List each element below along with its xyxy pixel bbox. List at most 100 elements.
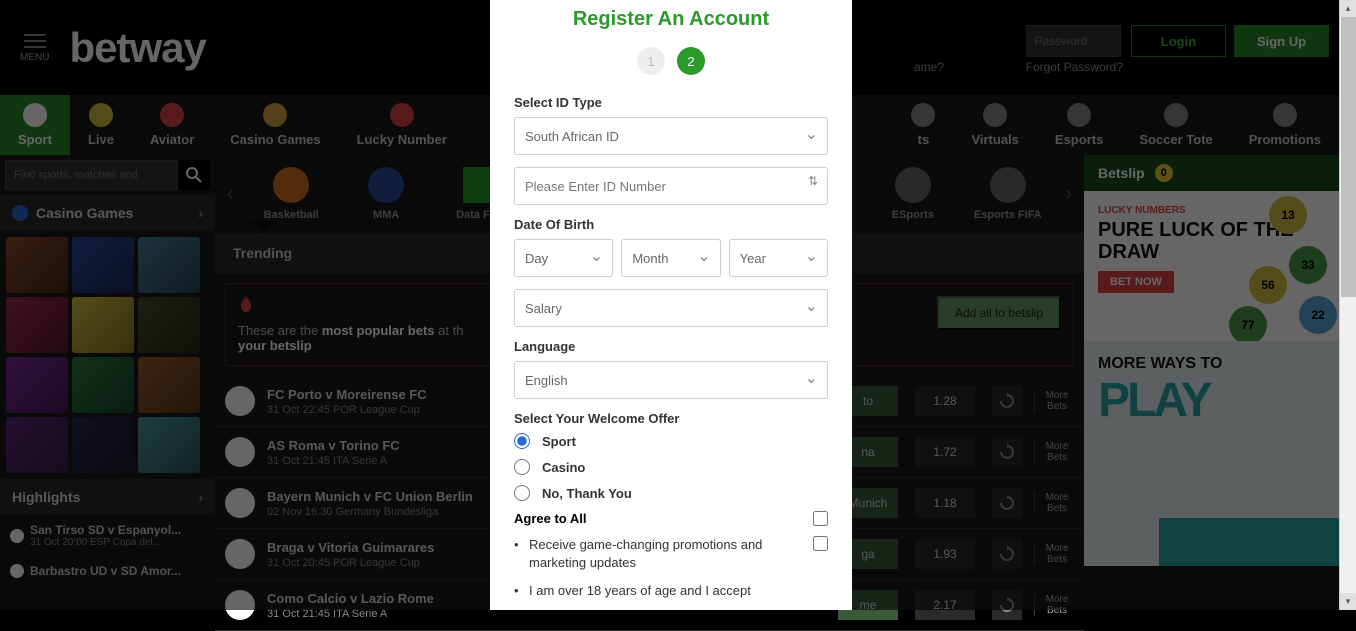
basketball-icon — [273, 167, 309, 203]
logo[interactable]: betway — [69, 24, 205, 72]
lottery-ball: 33 — [1289, 246, 1327, 284]
game-tile[interactable] — [72, 417, 134, 473]
step-2: 2 — [677, 47, 705, 75]
scroll-down[interactable]: ▾ — [1340, 593, 1356, 610]
highlights-panel[interactable]: Highlights › — [0, 479, 215, 515]
refresh-icon — [999, 597, 1015, 613]
cat-esports-fifa[interactable]: Esports FIFA — [970, 167, 1045, 221]
refresh-button[interactable] — [992, 590, 1022, 620]
search-button[interactable] — [178, 160, 210, 190]
play-promo[interactable]: MORE WAYS TO PLAY — [1084, 341, 1339, 566]
forgot-username-link[interactable]: ame? — [914, 60, 944, 74]
refresh-button[interactable] — [992, 488, 1022, 518]
odds-value[interactable]: 2.17 — [915, 590, 975, 620]
match-subtitle: 31 Oct 22:45 POR League Cup — [267, 404, 474, 416]
soccer-icon — [225, 437, 255, 467]
language-label: Language — [514, 339, 828, 354]
nav-aviator[interactable]: Aviator — [132, 95, 212, 155]
players-graphic — [1159, 446, 1339, 566]
language-select[interactable]: English — [514, 361, 828, 399]
betslip-header[interactable]: Betslip 0 — [1084, 155, 1339, 191]
refresh-icon — [999, 495, 1015, 511]
cat-basketball[interactable]: Basketball — [254, 167, 329, 221]
carousel-right[interactable]: › — [1065, 183, 1072, 206]
more-bets-link[interactable]: More Bets — [1034, 492, 1074, 514]
offer-none-radio[interactable] — [514, 485, 530, 501]
match-subtitle: 31 Oct 21:45 ITA Serie A — [267, 455, 474, 467]
right-sidebar: Betslip 0 LUCKY NUMBERS PURE LUCK OF THE… — [1084, 155, 1339, 610]
agree-all-label: Agree to All — [514, 511, 586, 526]
game-tile[interactable] — [138, 237, 200, 293]
more-bets-link[interactable]: More Bets — [1034, 441, 1074, 463]
dob-year-select[interactable]: Year — [729, 239, 828, 277]
offer-casino-radio[interactable] — [514, 459, 530, 475]
signup-button[interactable]: Sign Up — [1234, 25, 1329, 57]
lucky-numbers-promo[interactable]: LUCKY NUMBERS PURE LUCK OF THE DRAW BET … — [1084, 191, 1339, 341]
game-tile[interactable] — [138, 417, 200, 473]
cat-mma[interactable]: MMA — [349, 167, 424, 221]
game-tile[interactable] — [138, 357, 200, 413]
game-tile[interactable] — [6, 297, 68, 353]
offer-sport-radio[interactable] — [514, 433, 530, 449]
fifa-icon — [990, 167, 1026, 203]
scrollbar[interactable]: ▴ ▾ — [1339, 0, 1356, 610]
promo-checkbox[interactable] — [813, 536, 828, 551]
odds-value[interactable]: 1.72 — [915, 437, 975, 467]
login-button[interactable]: Login — [1131, 25, 1226, 57]
scroll-up[interactable]: ▴ — [1340, 0, 1356, 17]
game-tile[interactable] — [72, 357, 134, 413]
nav-live[interactable]: Live — [70, 95, 132, 155]
cat-esports[interactable]: ESports — [875, 167, 950, 221]
hamburger-icon — [24, 40, 46, 42]
nav-promotions[interactable]: Promotions — [1231, 95, 1339, 155]
nav-casino[interactable]: Casino Games — [212, 95, 338, 155]
match-title: Bayern Munich v FC Union Berlin — [267, 489, 474, 504]
id-type-select[interactable]: South African ID — [514, 117, 828, 155]
game-tile[interactable] — [72, 297, 134, 353]
odds-value[interactable]: 1.93 — [915, 539, 975, 569]
esports-icon — [1067, 103, 1091, 127]
game-tile[interactable] — [6, 237, 68, 293]
more-bets-link[interactable]: More Bets — [1034, 594, 1074, 616]
scroll-thumb[interactable] — [1341, 17, 1356, 297]
add-all-button[interactable]: Add all to betslip — [937, 296, 1061, 330]
refresh-button[interactable] — [992, 437, 1022, 467]
refresh-button[interactable] — [992, 539, 1022, 569]
nav-soccertote[interactable]: Soccer Tote — [1121, 95, 1230, 155]
highlight-item[interactable]: San Tirso SD v Espanyol... 31 Oct 20:00 … — [0, 515, 215, 556]
agree-all-checkbox[interactable] — [813, 511, 828, 526]
aviator-icon — [160, 103, 184, 127]
odds-value[interactable]: 1.18 — [915, 488, 975, 518]
nav-lucky[interactable]: Lucky Number — [339, 95, 465, 155]
password-input[interactable] — [1026, 25, 1121, 57]
refresh-icon — [999, 393, 1015, 409]
forgot-password-link[interactable]: Forgot Password? — [1026, 60, 1123, 74]
carousel-left[interactable]: ‹ — [227, 183, 234, 206]
dob-month-select[interactable]: Month — [621, 239, 720, 277]
lottery-ball: 22 — [1299, 296, 1337, 334]
nav-virtuals[interactable]: Virtuals — [953, 95, 1036, 155]
tab-trending[interactable]: Trending — [215, 233, 310, 273]
dob-day-select[interactable]: Day — [514, 239, 613, 277]
bet-now-button[interactable]: BET NOW — [1098, 271, 1174, 293]
chevron-right-icon: › — [198, 205, 203, 221]
more-bets-link[interactable]: More Bets — [1034, 543, 1074, 565]
game-tile[interactable] — [138, 297, 200, 353]
nav-sport[interactable]: Sport — [0, 95, 70, 155]
game-tile[interactable] — [6, 357, 68, 413]
game-tile[interactable] — [6, 417, 68, 473]
highlight-item[interactable]: Barbastro UD v SD Amor... — [0, 556, 215, 586]
refresh-icon — [999, 444, 1015, 460]
refresh-button[interactable] — [992, 386, 1022, 416]
casino-games-panel[interactable]: Casino Games › — [0, 195, 215, 231]
odds-value[interactable]: 1.28 — [915, 386, 975, 416]
soccer-icon — [23, 103, 47, 127]
more-bets-link[interactable]: More Bets — [1034, 390, 1074, 412]
menu-button[interactable]: MENU — [20, 32, 49, 63]
search-input[interactable] — [5, 160, 178, 190]
game-tile[interactable] — [72, 237, 134, 293]
nav-esports[interactable]: Esports — [1037, 95, 1121, 155]
salary-select[interactable]: Salary — [514, 289, 828, 327]
id-number-input[interactable] — [514, 167, 828, 205]
nav-ts[interactable]: ts — [893, 95, 953, 155]
